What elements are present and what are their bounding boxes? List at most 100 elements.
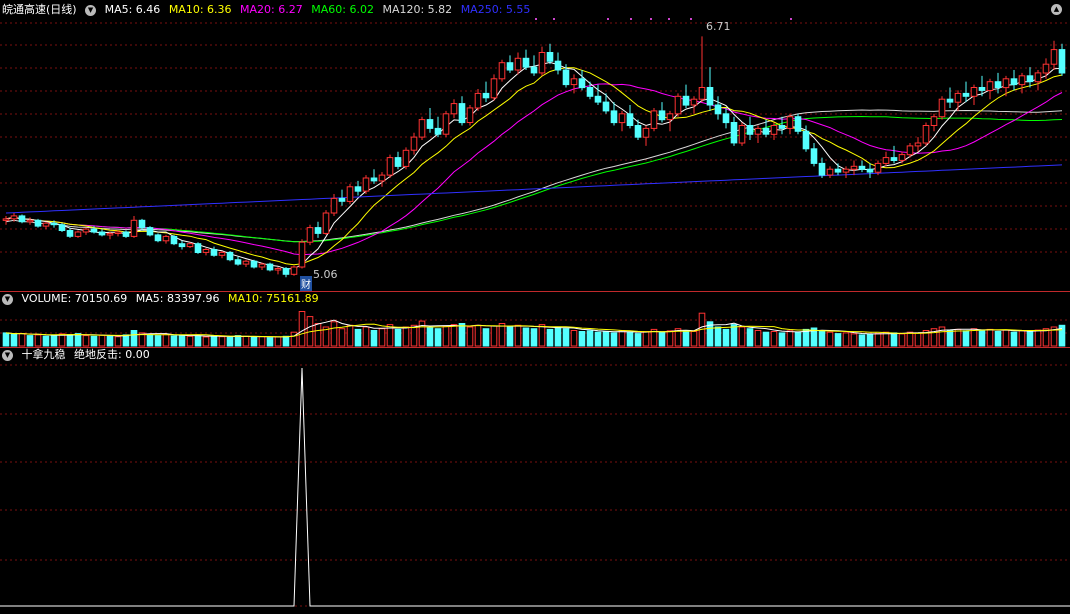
candle-body <box>914 142 922 147</box>
candle-body <box>482 92 490 99</box>
indicator-legend: ▼ 十拿九稳 绝地反击: 0.00 <box>2 348 155 362</box>
volume-bar <box>346 324 354 347</box>
volume-bar <box>442 325 450 347</box>
volume-bar <box>666 330 674 347</box>
collapse-icon[interactable]: ▼ <box>85 4 97 16</box>
volume-bar <box>1018 330 1026 347</box>
volume-bar <box>754 330 762 347</box>
volume-bar <box>714 326 722 347</box>
volume-bar <box>1010 331 1018 347</box>
candle-body <box>618 113 626 124</box>
candle-body <box>266 263 274 271</box>
candle-body <box>658 110 666 121</box>
ma120-line <box>5 109 1063 243</box>
volume-bar <box>522 327 530 347</box>
candle-body <box>402 149 410 167</box>
volume-bar <box>858 334 866 347</box>
candle-body <box>170 235 178 245</box>
candle-body <box>962 92 970 97</box>
volume-bar <box>26 335 34 347</box>
volume-collapse-icon[interactable]: ▼ <box>2 293 13 305</box>
candle-body <box>458 103 466 124</box>
candle-body <box>842 168 850 173</box>
candle-body <box>650 110 658 129</box>
candle-body <box>234 259 242 265</box>
candle-body <box>274 268 282 271</box>
candle-body <box>994 81 1002 88</box>
candle-body <box>282 268 290 275</box>
volume-bar <box>562 328 570 347</box>
candle-body <box>714 104 722 115</box>
candle-body <box>50 222 58 226</box>
volume-bar <box>658 331 666 347</box>
volume-bar <box>202 336 210 347</box>
event-marker <box>630 18 632 20</box>
candle-body <box>754 127 762 135</box>
candle-body <box>922 125 930 144</box>
candle-body <box>154 234 162 242</box>
volume-bar <box>890 332 898 347</box>
candle-body <box>938 98 946 118</box>
volume-bar <box>106 335 114 347</box>
low-price-label: 5.06 <box>313 268 338 281</box>
candle-body <box>242 260 250 265</box>
event-marker <box>553 18 555 20</box>
volume-bar <box>130 330 138 347</box>
candle-body <box>34 219 42 227</box>
candle-body <box>578 78 586 89</box>
ma5-label: MA5: 6.46 <box>104 3 161 16</box>
volume-bar <box>362 326 370 347</box>
volume-bar <box>826 331 834 347</box>
volume-bar <box>426 326 434 347</box>
candle-body <box>114 231 122 234</box>
volume-bar <box>250 336 258 347</box>
volume-bar <box>634 333 642 347</box>
indicator-collapse-icon[interactable]: ▼ <box>2 349 13 361</box>
candle-body <box>1050 49 1058 65</box>
candle-body <box>346 186 354 202</box>
candle-body <box>306 227 314 243</box>
volume-bar <box>434 328 442 347</box>
candle-body <box>762 127 770 135</box>
candle-body <box>1058 49 1066 74</box>
candle-body <box>258 263 266 268</box>
candle-body <box>194 243 202 253</box>
candle-body <box>162 235 170 242</box>
candle-body <box>146 227 154 236</box>
candle-body <box>682 95 690 106</box>
candle-body <box>2 218 10 221</box>
volume-bar <box>98 334 106 347</box>
candle-body <box>610 110 618 124</box>
financial-report-tag[interactable]: 财 <box>300 276 312 291</box>
candle-body <box>18 215 26 223</box>
candle-body <box>562 69 570 86</box>
volume-bar <box>490 325 498 347</box>
volume-bar <box>474 324 482 347</box>
volume-bar <box>690 331 698 347</box>
candle-body <box>378 174 386 182</box>
candle-body <box>986 81 994 91</box>
indicator-panel: ▼ 十拿九稳 绝地反击: 0.00 <box>0 348 1070 614</box>
volume-bar <box>162 334 170 347</box>
indicator-title: 十拿九稳 <box>21 348 66 361</box>
volume-bar <box>338 328 346 347</box>
volume-bar <box>1026 331 1034 347</box>
volume-bar <box>378 328 386 347</box>
candle-body <box>386 157 394 176</box>
ma10-line <box>5 67 1063 266</box>
candle-body <box>866 168 874 173</box>
volume-bar <box>82 335 90 347</box>
volume-bar <box>234 335 242 347</box>
volume-bar <box>114 336 122 347</box>
candle-body <box>226 251 234 261</box>
candle-body <box>738 125 746 144</box>
event-marker <box>650 18 652 20</box>
volume-bar <box>282 335 290 347</box>
volume-bar <box>866 333 874 347</box>
volume-bar <box>354 328 362 347</box>
volume-ma5: MA5: 83397.96 <box>135 292 220 305</box>
volume-bar <box>618 330 626 347</box>
ma10-label: MA10: 6.36 <box>168 3 232 16</box>
candle-body <box>850 165 858 170</box>
volume-bar <box>74 333 82 347</box>
